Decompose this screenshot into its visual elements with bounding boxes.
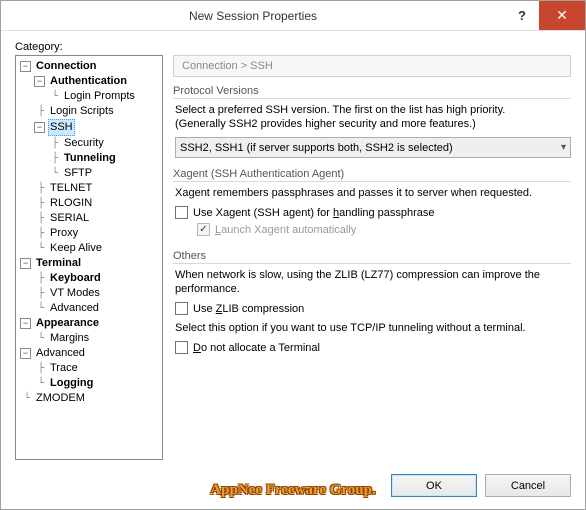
ssh-version-select[interactable]: SSH2, SSH1 (if server supports both, SSH…: [175, 137, 571, 158]
section-others: Others When network is slow, using the Z…: [173, 250, 571, 358]
tree-telnet[interactable]: ├TELNET: [18, 181, 160, 196]
tree-trace[interactable]: ├Trace: [18, 361, 160, 376]
collapse-icon[interactable]: −: [34, 122, 45, 133]
tree-serial[interactable]: ├SERIAL: [18, 211, 160, 226]
tree-proxy[interactable]: ├Proxy: [18, 226, 160, 241]
collapse-icon[interactable]: −: [20, 318, 31, 329]
tree-tunneling[interactable]: ├Tunneling: [18, 151, 160, 166]
tree-logging[interactable]: └Logging: [18, 376, 160, 391]
watermark: AppNee Freeware Group.: [210, 482, 375, 499]
tree-login-scripts[interactable]: ├Login Scripts: [18, 104, 160, 119]
tree-zmodem[interactable]: └ZMODEM: [18, 391, 160, 406]
category-tree[interactable]: −Connection −Authentication └Login Promp…: [15, 55, 163, 460]
help-button[interactable]: ?: [505, 1, 539, 30]
content-panel: Connection > SSH Protocol Versions Selec…: [173, 55, 571, 460]
tree-ssh[interactable]: −SSH: [18, 119, 160, 136]
dialog-body: Category: −Connection −Authentication └L…: [1, 31, 585, 466]
columns: −Connection −Authentication └Login Promp…: [15, 55, 571, 460]
section-title: Others: [173, 250, 571, 264]
chevron-down-icon: ▾: [561, 142, 566, 153]
section-title: Xagent (SSH Authentication Agent): [173, 168, 571, 182]
tree-advanced[interactable]: −Advanced: [18, 346, 160, 361]
zlib-description: When network is slow, using the ZLIB (LZ…: [175, 268, 571, 296]
select-value: SSH2, SSH1 (if server supports both, SSH…: [180, 142, 453, 154]
checkbox-no-terminal[interactable]: Do not allocate a Terminal: [175, 341, 571, 354]
dialog-footer: AppNee Freeware Group. OK Cancel: [1, 466, 585, 509]
checkbox-icon: [175, 341, 188, 354]
tree-margins[interactable]: └Margins: [18, 331, 160, 346]
terminal-description: Select this option if you want to use TC…: [175, 321, 571, 335]
tree-login-prompts[interactable]: └Login Prompts: [18, 89, 160, 104]
tree-terminal[interactable]: −Terminal: [18, 256, 160, 271]
checkbox-label: Launch Xagent automatically: [215, 224, 356, 236]
titlebar-buttons: ? ✕: [505, 1, 585, 30]
section-protocol-versions: Protocol Versions Select a preferred SSH…: [173, 85, 571, 158]
collapse-icon[interactable]: −: [34, 76, 45, 87]
tree-appearance[interactable]: −Appearance: [18, 316, 160, 331]
tree-rlogin[interactable]: ├RLOGIN: [18, 196, 160, 211]
checkbox-use-xagent[interactable]: Use Xagent (SSH agent) for handling pass…: [175, 206, 571, 219]
dialog-window: New Session Properties ? ✕ Category: −Co…: [0, 0, 586, 510]
tree-vt-modes[interactable]: ├VT Modes: [18, 286, 160, 301]
cancel-button[interactable]: Cancel: [485, 474, 571, 497]
close-button[interactable]: ✕: [539, 1, 585, 30]
protocol-description: Select a preferred SSH version. The firs…: [175, 103, 571, 131]
checkbox-label: Do not allocate a Terminal: [193, 342, 320, 354]
tree-authentication[interactable]: −Authentication: [18, 74, 160, 89]
checkbox-label: Use Xagent (SSH agent) for handling pass…: [193, 207, 435, 219]
tree-keep-alive[interactable]: └Keep Alive: [18, 241, 160, 256]
titlebar: New Session Properties ? ✕: [1, 1, 585, 31]
ok-button[interactable]: OK: [391, 474, 477, 497]
checkbox-icon: [175, 206, 188, 219]
section-title: Protocol Versions: [173, 85, 571, 99]
tree-advanced-terminal[interactable]: └Advanced: [18, 301, 160, 316]
tree-connection[interactable]: −Connection: [18, 59, 160, 74]
window-title: New Session Properties: [1, 9, 505, 23]
tree-keyboard[interactable]: ├Keyboard: [18, 271, 160, 286]
collapse-icon[interactable]: −: [20, 61, 31, 72]
xagent-description: Xagent remembers passphrases and passes …: [175, 186, 571, 200]
breadcrumb: Connection > SSH: [173, 55, 571, 77]
checkbox-icon: [197, 223, 210, 236]
category-label: Category:: [15, 41, 571, 53]
checkbox-launch-xagent: Launch Xagent automatically: [197, 223, 571, 236]
checkbox-zlib[interactable]: Use ZLIB compression: [175, 302, 571, 315]
tree-security[interactable]: ├Security: [18, 136, 160, 151]
checkbox-label: Use ZLIB compression: [193, 303, 304, 315]
tree-sftp[interactable]: └SFTP: [18, 166, 160, 181]
checkbox-icon: [175, 302, 188, 315]
collapse-icon[interactable]: −: [20, 348, 31, 359]
collapse-icon[interactable]: −: [20, 258, 31, 269]
section-xagent: Xagent (SSH Authentication Agent) Xagent…: [173, 168, 571, 240]
